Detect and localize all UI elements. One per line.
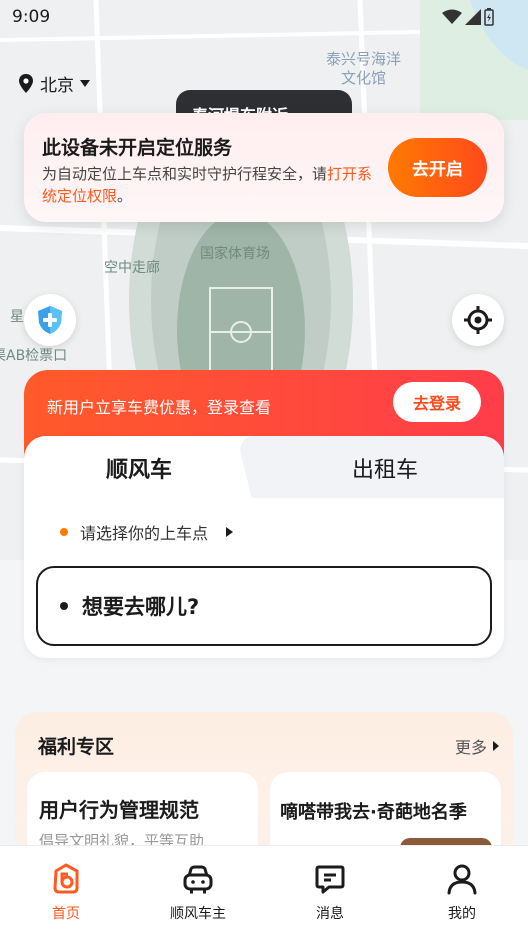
location-pin-icon (19, 73, 33, 93)
welfare-title: 福利专区 (38, 736, 115, 758)
caret-right-icon (493, 741, 499, 751)
home-icon (53, 863, 79, 894)
caret-down-icon (80, 79, 90, 87)
destination-dot-icon (60, 602, 68, 610)
map-label-corridor: 空中走廊 (104, 260, 160, 276)
welfare-more-link[interactable]: 更多 (455, 734, 499, 758)
tab-hitch-ride[interactable]: 顺风车 (106, 452, 172, 484)
shield-plus-icon (38, 306, 62, 334)
car-owner-icon (183, 865, 213, 894)
nav-messages-label: 消息 (316, 906, 344, 922)
nav-profile-label: 我的 (448, 906, 476, 922)
login-button[interactable]: 去登录 (393, 382, 481, 422)
destination-placeholder: 想要去哪儿? (82, 595, 200, 619)
status-bar: 9:09 (0, 0, 528, 36)
location-banner-title: 此设备未开启定位服务 (42, 137, 233, 159)
crosshair-icon (464, 306, 492, 334)
profile-icon (447, 864, 477, 895)
city-selector[interactable]: 北京 (18, 71, 90, 96)
location-permission-banner: 此设备未开启定位服务 为自动定位上车点和实时守护行程安全，请打开系统定位权限。 … (24, 113, 504, 222)
map-label-stadium: 国家体育场 (200, 246, 270, 262)
battery-icon (484, 8, 494, 26)
safety-shield-button[interactable] (24, 294, 76, 346)
pickup-hint: 请选择你的上车点 (80, 524, 209, 543)
tab-taxi[interactable]: 出租车 (352, 452, 418, 484)
wifi-icon (442, 9, 462, 24)
caret-right-icon (226, 527, 234, 537)
city-name: 北京 (40, 76, 74, 96)
map-label-museum: 泰兴号海洋 文化馆 (326, 50, 402, 87)
nav-home-label: 首页 (52, 906, 80, 922)
nav-car-owner-label: 顺风车主 (170, 906, 226, 922)
bottom-nav: 首页 顺风车主 消息 我的 (0, 845, 528, 939)
pickup-dot-icon (60, 528, 68, 536)
welfare-card-title: 嘀嗒带我去·奇葩地名季 (280, 802, 467, 823)
nav-home[interactable]: 首页 (0, 846, 132, 939)
booking-panel: 顺风车 出租车 请选择你的上车点 想要去哪儿? (24, 436, 504, 658)
map-label-gate: 渠AB检票口 (0, 348, 68, 364)
location-banner-desc: 为自动定位上车点和实时守护行程安全，请打开系统定位权限。 (42, 165, 373, 205)
signal-icon (465, 9, 481, 25)
enable-location-button[interactable]: 去开启 (388, 138, 487, 197)
pickup-selector[interactable]: 请选择你的上车点 (60, 520, 234, 544)
welfare-card-title: 用户行为管理规范 (39, 798, 199, 822)
map-label-edge: 星 (10, 309, 24, 325)
status-icons (442, 8, 494, 26)
promo-text: 新用户立享车费优惠，登录查看 (47, 398, 272, 417)
status-time: 9:09 (12, 7, 51, 27)
destination-input[interactable]: 想要去哪儿? (36, 566, 492, 646)
locate-me-button[interactable] (452, 294, 504, 346)
nav-messages[interactable]: 消息 (264, 846, 396, 939)
nav-profile[interactable]: 我的 (396, 846, 528, 939)
nav-car-owner[interactable]: 顺风车主 (132, 846, 264, 939)
message-icon (315, 865, 345, 894)
